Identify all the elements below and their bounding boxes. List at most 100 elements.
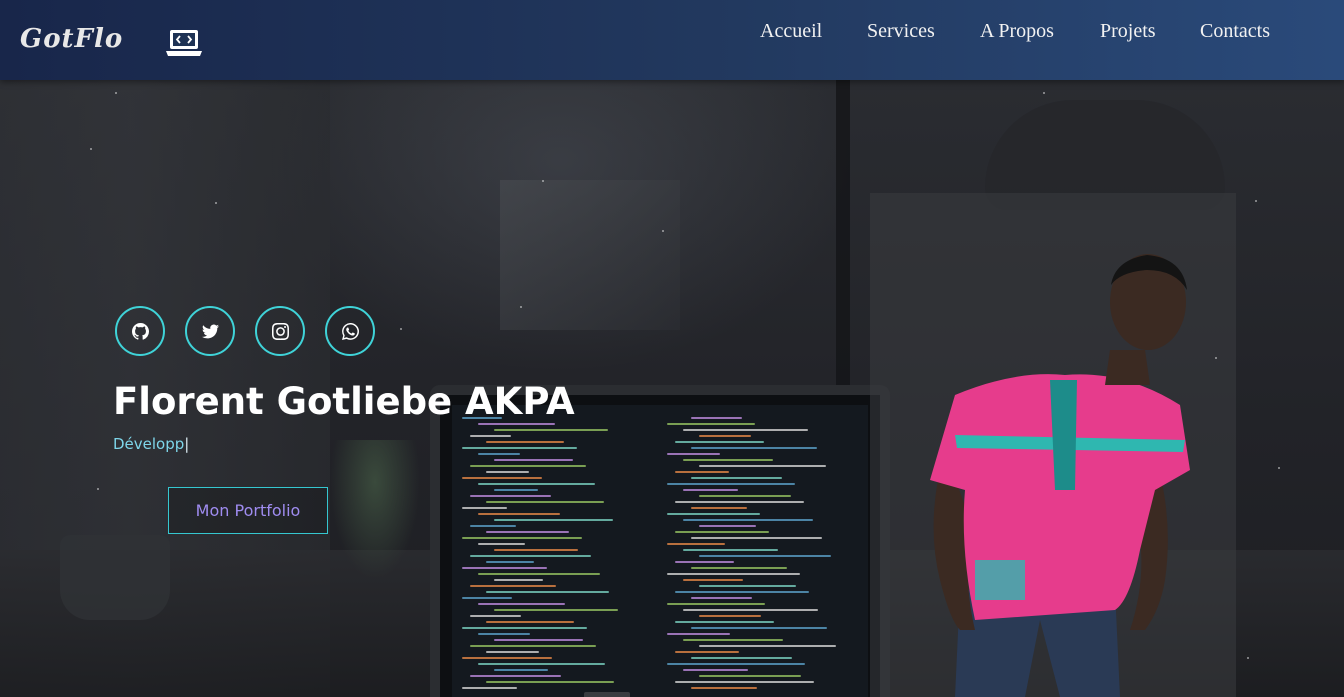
code-line	[699, 645, 836, 647]
background-plant	[330, 440, 420, 580]
code-line	[478, 633, 530, 635]
typing-cursor: |	[184, 435, 190, 453]
typed-role-text: Développ|	[113, 435, 189, 453]
twitter-icon	[201, 324, 219, 338]
code-line	[699, 435, 751, 437]
code-line	[683, 489, 738, 491]
code-line	[494, 609, 618, 611]
code-line	[462, 657, 552, 659]
code-line	[683, 579, 743, 581]
code-line	[486, 591, 609, 593]
particle	[1247, 657, 1249, 659]
code-line	[486, 441, 564, 443]
brand-logo[interactable]: GotFlo	[20, 24, 123, 54]
particle	[662, 230, 664, 232]
code-line	[462, 687, 517, 689]
code-line	[675, 531, 769, 533]
code-line	[691, 447, 817, 449]
twitter-button[interactable]	[185, 306, 235, 356]
background-cup	[60, 535, 170, 620]
laptop-image	[430, 385, 890, 697]
code-line	[667, 603, 765, 605]
code-line	[478, 423, 555, 425]
code-line	[494, 519, 613, 521]
code-line	[486, 471, 529, 473]
code-line	[478, 603, 565, 605]
whatsapp-button[interactable]	[325, 306, 375, 356]
code-line	[683, 669, 748, 671]
code-line	[683, 609, 818, 611]
code-column	[667, 413, 857, 697]
code-line	[470, 435, 511, 437]
particle	[542, 180, 544, 182]
code-line	[667, 663, 805, 665]
code-line	[699, 465, 826, 467]
code-line	[699, 615, 761, 617]
code-line	[691, 687, 757, 689]
code-line	[667, 513, 760, 515]
code-line	[675, 561, 734, 563]
code-line	[691, 417, 742, 419]
code-line	[683, 429, 808, 431]
laptop-code-icon	[166, 30, 202, 56]
code-line	[462, 567, 547, 569]
code-line	[462, 627, 587, 629]
github-icon	[131, 322, 149, 340]
code-line	[478, 663, 605, 665]
code-line	[470, 465, 586, 467]
portfolio-button[interactable]: Mon Portfolio	[168, 487, 328, 534]
code-line	[494, 639, 583, 641]
code-line	[667, 453, 720, 455]
code-line	[699, 585, 796, 587]
profile-photo	[930, 254, 1190, 697]
code-line	[494, 459, 573, 461]
code-line	[675, 591, 809, 593]
code-line	[699, 525, 756, 527]
code-line	[691, 507, 747, 509]
code-line	[478, 483, 595, 485]
code-line	[683, 459, 773, 461]
code-line	[462, 447, 577, 449]
particle	[1043, 92, 1045, 94]
instagram-icon	[271, 322, 289, 340]
nav-link-contacts[interactable]: Contacts	[1200, 20, 1270, 43]
code-line	[699, 495, 791, 497]
nav-link-accueil[interactable]: Accueil	[760, 20, 822, 43]
code-line	[486, 651, 539, 653]
code-line	[478, 513, 560, 515]
hero-name: Florent Gotliebe AKPA	[113, 380, 575, 423]
code-line	[683, 519, 813, 521]
code-line	[470, 585, 556, 587]
particle	[1278, 467, 1280, 469]
code-line	[462, 507, 507, 509]
code-line	[478, 573, 600, 575]
code-line	[478, 453, 520, 455]
code-line	[699, 675, 801, 677]
code-line	[675, 471, 729, 473]
code-line	[494, 579, 543, 581]
code-line	[691, 597, 752, 599]
particle	[90, 148, 92, 150]
scroll-indicator	[584, 692, 630, 697]
nav-link-services[interactable]: Services	[867, 20, 935, 43]
background-picture	[500, 180, 680, 330]
particle	[115, 92, 117, 94]
nav-link-projets[interactable]: Projets	[1100, 20, 1156, 43]
code-line	[675, 621, 774, 623]
code-line	[691, 567, 787, 569]
code-line	[486, 501, 604, 503]
particle	[400, 328, 402, 330]
code-line	[699, 555, 831, 557]
code-line	[675, 441, 764, 443]
code-line	[675, 501, 804, 503]
code-line	[470, 555, 591, 557]
instagram-button[interactable]	[255, 306, 305, 356]
code-line	[675, 681, 814, 683]
code-line	[462, 477, 542, 479]
code-line	[486, 531, 569, 533]
github-button[interactable]	[115, 306, 165, 356]
nav-link-a-propos[interactable]: A Propos	[980, 20, 1054, 43]
code-line	[691, 627, 827, 629]
code-line	[691, 477, 782, 479]
whatsapp-icon	[341, 322, 359, 340]
